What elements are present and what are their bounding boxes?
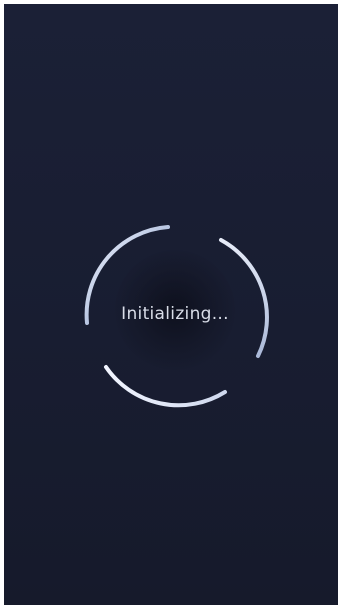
loading-spinner: Initializing... xyxy=(80,222,270,412)
loading-screen: Initializing... xyxy=(4,4,338,605)
spinner-arc-bottom xyxy=(104,365,227,408)
status-text: Initializing... xyxy=(121,304,229,324)
spinner-arc-right xyxy=(219,238,269,358)
